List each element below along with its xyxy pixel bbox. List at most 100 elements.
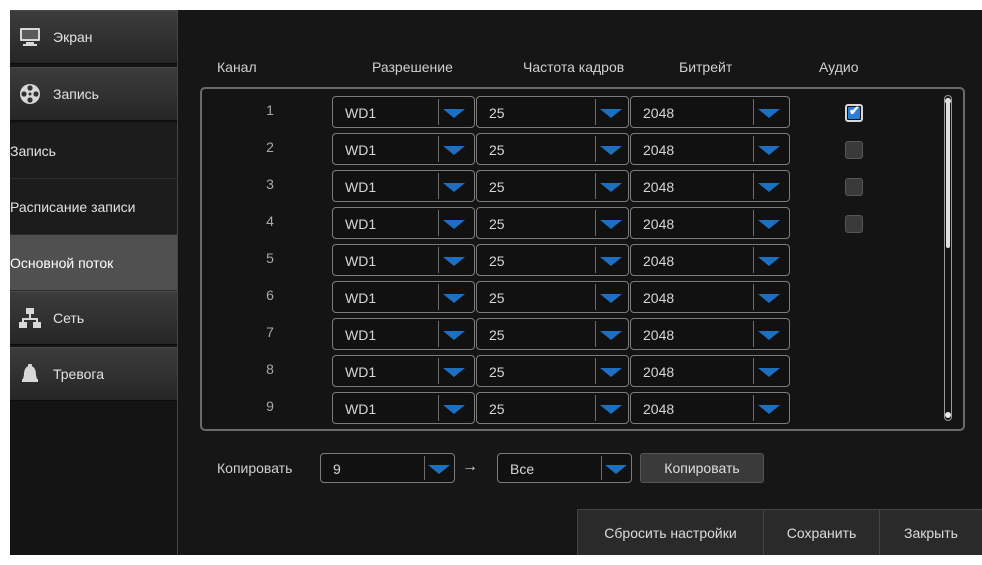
resolution-dropdown[interactable]: WD1 xyxy=(332,355,475,387)
chevron-down-icon xyxy=(443,257,465,266)
scrollbar[interactable] xyxy=(944,95,952,421)
sidebar-item-label: Запись xyxy=(53,86,99,102)
chevron-down-icon xyxy=(600,331,622,340)
bitrate-dropdown[interactable]: 2048 xyxy=(630,281,790,313)
sidebar-subitem-record[interactable]: Запись xyxy=(10,123,177,179)
resolution-dropdown[interactable]: WD1 xyxy=(332,170,475,202)
resolution-dropdown[interactable]: WD1 xyxy=(332,244,475,276)
channel-number: 6 xyxy=(266,287,274,303)
save-button[interactable]: Сохранить xyxy=(763,509,879,555)
reset-settings-button[interactable]: Сбросить настройки xyxy=(577,509,763,555)
dropdown-divider xyxy=(424,456,425,480)
resolution-dropdown[interactable]: WD1 xyxy=(332,133,475,165)
fps-value: 25 xyxy=(489,290,505,306)
chevron-down-icon xyxy=(600,257,622,266)
audio-checkbox[interactable]: ✔ xyxy=(845,103,863,122)
dropdown-divider xyxy=(595,247,596,273)
fps-dropdown[interactable]: 25 xyxy=(476,96,629,128)
scrollbar-bottom-dot xyxy=(945,412,951,418)
fps-value: 25 xyxy=(489,216,505,232)
scrollbar-thumb[interactable] xyxy=(946,98,950,248)
fps-dropdown[interactable]: 25 xyxy=(476,244,629,276)
dropdown-divider xyxy=(595,210,596,236)
bitrate-dropdown[interactable]: 2048 xyxy=(630,392,790,424)
resolution-value: WD1 xyxy=(345,290,377,306)
close-button[interactable]: Закрыть xyxy=(879,509,982,555)
bitrate-dropdown[interactable]: 2048 xyxy=(630,355,790,387)
film-reel-icon xyxy=(19,83,41,105)
bitrate-dropdown[interactable]: 2048 xyxy=(630,96,790,128)
table-row: 1 WD1 25 2048 ✔ xyxy=(202,91,942,128)
bitrate-dropdown[interactable]: 2048 xyxy=(630,207,790,239)
chevron-down-icon xyxy=(758,257,780,266)
fps-dropdown[interactable]: 25 xyxy=(476,318,629,350)
bitrate-value: 2048 xyxy=(643,142,675,158)
dropdown-divider xyxy=(595,173,596,199)
chevron-down-icon xyxy=(600,294,622,303)
sidebar-item-screen[interactable]: Экран xyxy=(10,10,177,64)
fps-dropdown[interactable]: 25 xyxy=(476,355,629,387)
resolution-dropdown[interactable]: WD1 xyxy=(332,207,475,239)
bitrate-dropdown[interactable]: 2048 xyxy=(630,170,790,202)
audio-checkbox[interactable] xyxy=(845,215,863,233)
channel-number: 7 xyxy=(266,324,274,340)
bitrate-dropdown[interactable]: 2048 xyxy=(630,244,790,276)
chevron-down-icon xyxy=(443,405,465,414)
resolution-dropdown[interactable]: WD1 xyxy=(332,281,475,313)
sidebar-item-network[interactable]: Сеть xyxy=(10,291,177,345)
sidebar-item-alarm[interactable]: Тревога xyxy=(10,347,177,401)
header-resolution: Разрешение xyxy=(372,59,453,75)
resolution-dropdown[interactable]: WD1 xyxy=(332,96,475,128)
fps-value: 25 xyxy=(489,142,505,158)
dropdown-divider xyxy=(438,395,439,421)
chevron-down-icon xyxy=(600,183,622,192)
audio-checkbox[interactable] xyxy=(845,141,863,159)
sidebar-item-label: Расписание записи xyxy=(10,198,136,215)
channel-table: 1 WD1 25 2048 ✔ 2 WD1 25 2048 3 WD1 25 2048 4 WD1 25 204… xyxy=(200,87,965,431)
fps-dropdown[interactable]: 25 xyxy=(476,281,629,313)
dropdown-divider xyxy=(438,358,439,384)
resolution-dropdown[interactable]: WD1 xyxy=(332,392,475,424)
fps-dropdown[interactable]: 25 xyxy=(476,170,629,202)
resolution-value: WD1 xyxy=(345,364,377,380)
sidebar-subitem-main-stream[interactable]: Основной поток xyxy=(10,235,177,291)
copy-arrow-icon: → xyxy=(462,458,478,475)
dropdown-divider xyxy=(595,358,596,384)
bitrate-value: 2048 xyxy=(643,179,675,195)
channel-number: 1 xyxy=(266,102,274,118)
sidebar-item-label: Сеть xyxy=(53,310,85,326)
fps-dropdown[interactable]: 25 xyxy=(476,133,629,165)
sidebar-subitem-record-schedule[interactable]: Расписание записи xyxy=(10,179,177,235)
resolution-value: WD1 xyxy=(345,401,377,417)
table-row: 8 WD1 25 2048 xyxy=(202,350,942,387)
audio-checkbox[interactable] xyxy=(845,178,863,196)
copy-from-dropdown[interactable]: 9 xyxy=(320,453,455,483)
copy-to-dropdown[interactable]: Все xyxy=(497,453,632,483)
chevron-down-icon xyxy=(443,220,465,229)
copy-to-value: Все xyxy=(510,461,535,477)
bitrate-dropdown[interactable]: 2048 xyxy=(630,318,790,350)
resolution-value: WD1 xyxy=(345,105,377,121)
chevron-down-icon xyxy=(443,331,465,340)
chevron-down-icon xyxy=(443,368,465,377)
chevron-down-icon xyxy=(600,368,622,377)
dropdown-divider xyxy=(753,395,754,421)
resolution-value: WD1 xyxy=(345,142,377,158)
table-row: 7 WD1 25 2048 xyxy=(202,313,942,350)
header-bitrate: Битрейт xyxy=(679,59,733,75)
header-audio: Аудио xyxy=(819,59,859,75)
bitrate-dropdown[interactable]: 2048 xyxy=(630,133,790,165)
copy-button[interactable]: Копировать xyxy=(640,453,764,483)
dropdown-divider xyxy=(753,247,754,273)
dropdown-divider xyxy=(438,173,439,199)
bitrate-value: 2048 xyxy=(643,327,675,343)
fps-dropdown[interactable]: 25 xyxy=(476,207,629,239)
fps-value: 25 xyxy=(489,179,505,195)
fps-dropdown[interactable]: 25 xyxy=(476,392,629,424)
chevron-down-icon xyxy=(758,294,780,303)
sidebar-item-record[interactable]: Запись xyxy=(10,67,177,121)
table-row: 5 WD1 25 2048 xyxy=(202,239,942,276)
header-fps: Частота кадров xyxy=(523,59,625,75)
chevron-down-icon xyxy=(605,465,627,474)
resolution-dropdown[interactable]: WD1 xyxy=(332,318,475,350)
